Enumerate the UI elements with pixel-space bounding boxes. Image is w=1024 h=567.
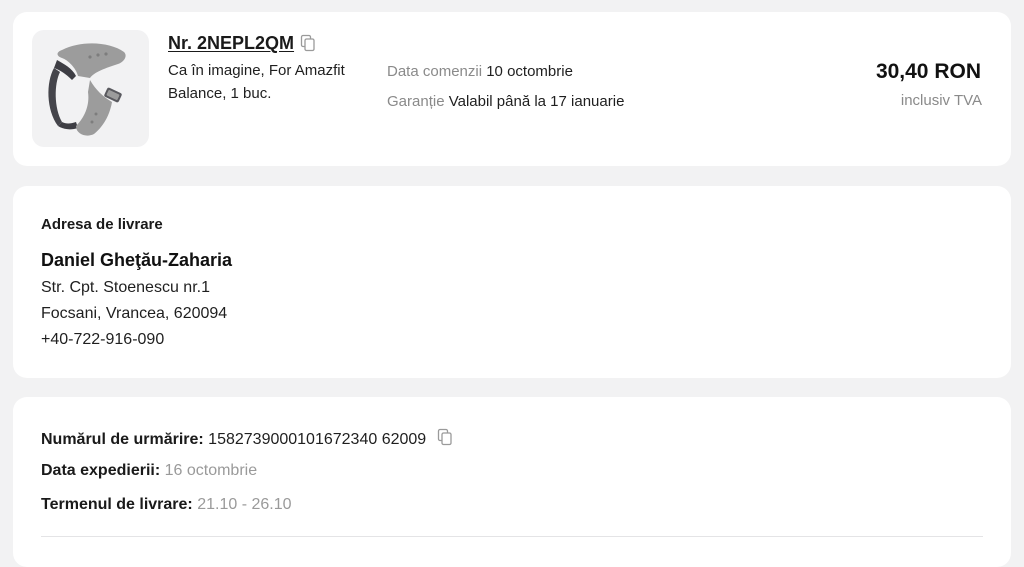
description-line: Ca în imagine, For Amazfit	[168, 62, 345, 79]
delivery-term-label: Termenul de livrare:	[41, 496, 193, 513]
order-date-value: 10 octombrie	[486, 63, 573, 80]
description-line: Balance, 1 buc.	[168, 85, 272, 102]
order-date-label: Data comenzii	[387, 63, 483, 80]
warranty-value: Valabil până la 17 ianuarie	[448, 93, 625, 110]
ship-date-label: Data expedierii:	[41, 462, 161, 479]
delivery-term-row: Termenul de livrare: 21.10 - 26.10	[41, 496, 292, 514]
vat-note: inclusiv TVA	[900, 92, 982, 109]
address-street: Str. Cpt. Stoenescu nr.1	[41, 279, 210, 296]
order-date: Data comenzii 10 octombrie	[387, 63, 573, 80]
ship-date-row: Data expedierii: 16 octombrie	[41, 462, 257, 480]
copy-icon[interactable]	[300, 34, 316, 57]
tracking-number-row: Numărul de urmărire: 1582739000101672340…	[41, 428, 453, 451]
recipient-name: Daniel Gheţău-Zaharia	[41, 250, 233, 270]
tracking-label: Numărul de urmărire:	[41, 431, 204, 448]
warranty-label: Garanție	[387, 93, 445, 110]
order-number-link[interactable]: Nr. 2NEPL2QM	[168, 33, 294, 54]
address-phone: +40-722-916-090	[41, 331, 165, 348]
order-item-card: Nr. 2NEPL2QM Ca în imagine, For Amazfit …	[13, 12, 1011, 166]
product-description: Ca în imagine, For Amazfit Balance, 1 bu…	[168, 59, 373, 105]
shipment-card: Numărul de urmărire: 1582739000101672340…	[13, 397, 1011, 567]
tracking-value: 1582739000101672340 62009	[208, 431, 427, 448]
watch-strap-icon	[48, 43, 126, 136]
address-city: Focsani, Vrancea, 620094	[41, 305, 228, 322]
order-price: 30,40 RON	[875, 60, 981, 83]
warranty: Garanție Valabil până la 17 ianuarie	[387, 93, 624, 110]
ship-date-value: 16 octombrie	[164, 462, 258, 479]
copy-icon[interactable]	[437, 428, 453, 451]
delivery-address-card: Adresa de livrare Daniel Gheţău-Zaharia …	[13, 186, 1011, 378]
divider	[41, 536, 983, 537]
product-image[interactable]	[32, 30, 149, 147]
delivery-term-value: 21.10 - 26.10	[197, 496, 292, 513]
section-title: Adresa de livrare	[41, 216, 163, 233]
